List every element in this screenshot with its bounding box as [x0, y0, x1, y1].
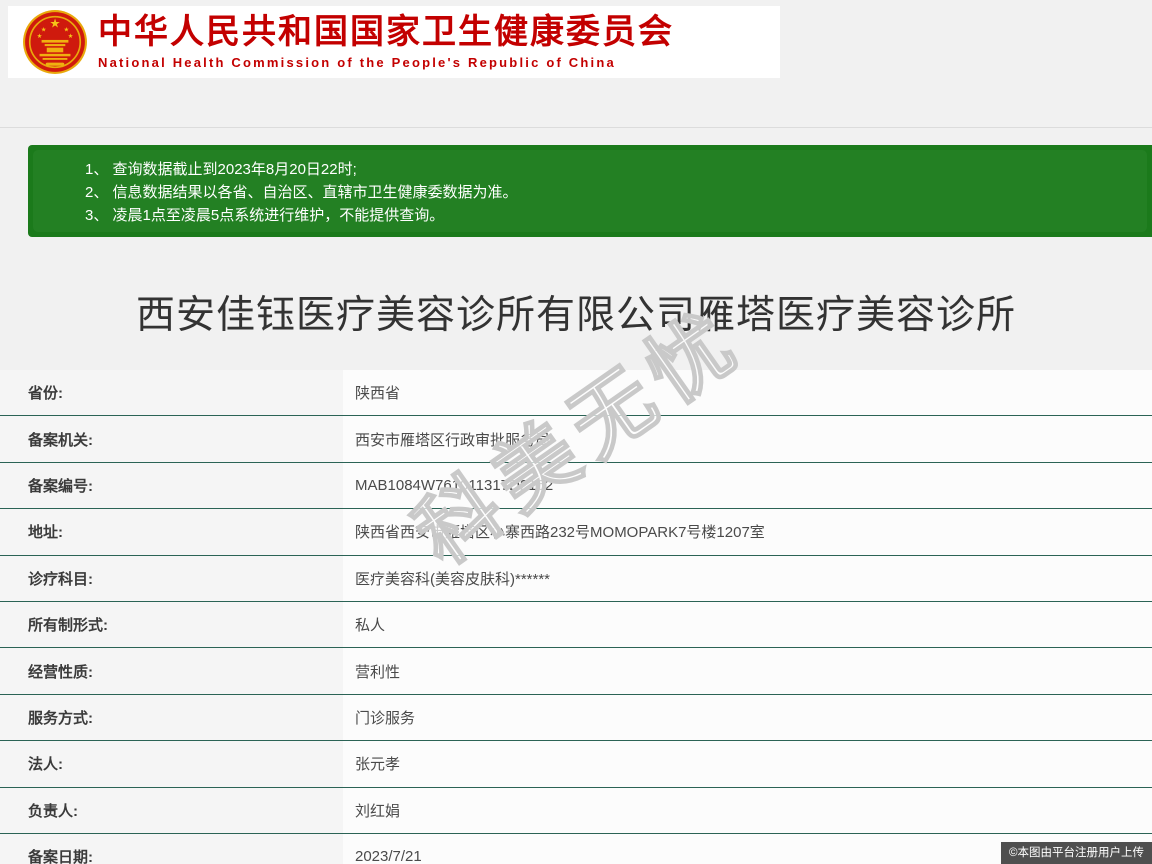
field-value: 医疗美容科(美容皮肤科)****** [343, 555, 1152, 601]
table-row: 服务方式: 门诊服务 [0, 694, 1152, 742]
svg-text:★: ★ [37, 33, 43, 40]
field-value: 营利性 [343, 648, 1152, 694]
field-label: 备案编号: [0, 462, 343, 509]
table-row: 备案编号: MAB1084W761011317D2162 [0, 462, 1152, 510]
header-divider [0, 127, 1152, 128]
table-row: 备案日期: 2023/7/21 [0, 833, 1152, 864]
table-row: 法人: 张元孝 [0, 741, 1152, 788]
field-value: 刘红娟 [343, 787, 1152, 833]
site-title-chinese: 中华人民共和国国家卫生健康委员会 [98, 12, 674, 51]
site-header-logo: ★ ★ ★ ★ ★ 中华人民共和国国家卫生健康委员会 National Heal… [8, 6, 780, 78]
notice-box-inner: 1、 查询数据截止到2023年8月20日22时; 2、 信息数据结果以各省、自治… [33, 150, 1147, 232]
china-national-emblem-icon: ★ ★ ★ ★ ★ [23, 10, 87, 74]
table-row: 负责人: 刘红娟 [0, 787, 1152, 834]
field-label: 地址: [0, 509, 343, 555]
notice-line-1: 1、 查询数据截止到2023年8月20日22时; [85, 161, 357, 178]
table-row: 诊疗科目: 医疗美容科(美容皮肤科)****** [0, 555, 1152, 602]
field-label: 服务方式: [0, 694, 343, 741]
field-label: 备案日期: [0, 833, 343, 864]
field-label: 备案机关: [0, 416, 343, 462]
field-label: 所有制形式: [0, 601, 343, 648]
field-value: 私人 [343, 601, 1152, 648]
field-value: 西安市雁塔区行政审批服务局 [343, 416, 1152, 462]
record-table: 省份: 陕西省 备案机关: 西安市雁塔区行政审批服务局 备案编号: MAB1084W761… [0, 370, 1152, 864]
field-label: 负责人: [0, 787, 343, 833]
table-row: 经营性质: 营利性 [0, 648, 1152, 695]
table-row: 备案机关: 西安市雁塔区行政审批服务局 [0, 416, 1152, 463]
field-value: 陕西省西安市雁塔区小寨西路232号MOMOPARK7号楼1207室 [343, 509, 1152, 555]
field-value: 张元孝 [343, 741, 1152, 787]
notice-line-3: 3、 凌晨1点至凌晨5点系统进行维护，不能提供查询。 [85, 207, 445, 224]
field-value: 门诊服务 [343, 694, 1152, 741]
field-label: 经营性质: [0, 648, 343, 694]
institution-name-title: 西安佳钰医疗美容诊所有限公司雁塔医疗美容诊所 [135, 294, 1016, 337]
svg-text:★: ★ [49, 17, 60, 31]
table-row: 地址: 陕西省西安市雁塔区小寨西路232号MOMOPARK7号楼1207室 [0, 509, 1152, 556]
notice-line-2: 2、 信息数据结果以各省、自治区、直辖市卫生健康委数据为准。 [85, 184, 518, 201]
table-row: 省份: 陕西省 [0, 370, 1152, 417]
site-title-english: National Health Commission of the People… [98, 54, 616, 70]
field-value: MAB1084W761011317D2162 [343, 462, 1152, 509]
field-label: 诊疗科目: [0, 555, 343, 601]
table-row: 所有制形式: 私人 [0, 601, 1152, 649]
field-value: 陕西省 [343, 370, 1152, 416]
field-label: 法人: [0, 741, 343, 787]
field-label: 省份: [0, 370, 343, 416]
notice-box: 1、 查询数据截止到2023年8月20日22时; 2、 信息数据结果以各省、自治… [28, 145, 1152, 237]
image-source-badge: ©本图由平台注册用户上传 [1001, 842, 1152, 864]
site-title-block: 中华人民共和国国家卫生健康委员会 National Health Commiss… [98, 13, 674, 72]
svg-text:★: ★ [68, 33, 74, 40]
